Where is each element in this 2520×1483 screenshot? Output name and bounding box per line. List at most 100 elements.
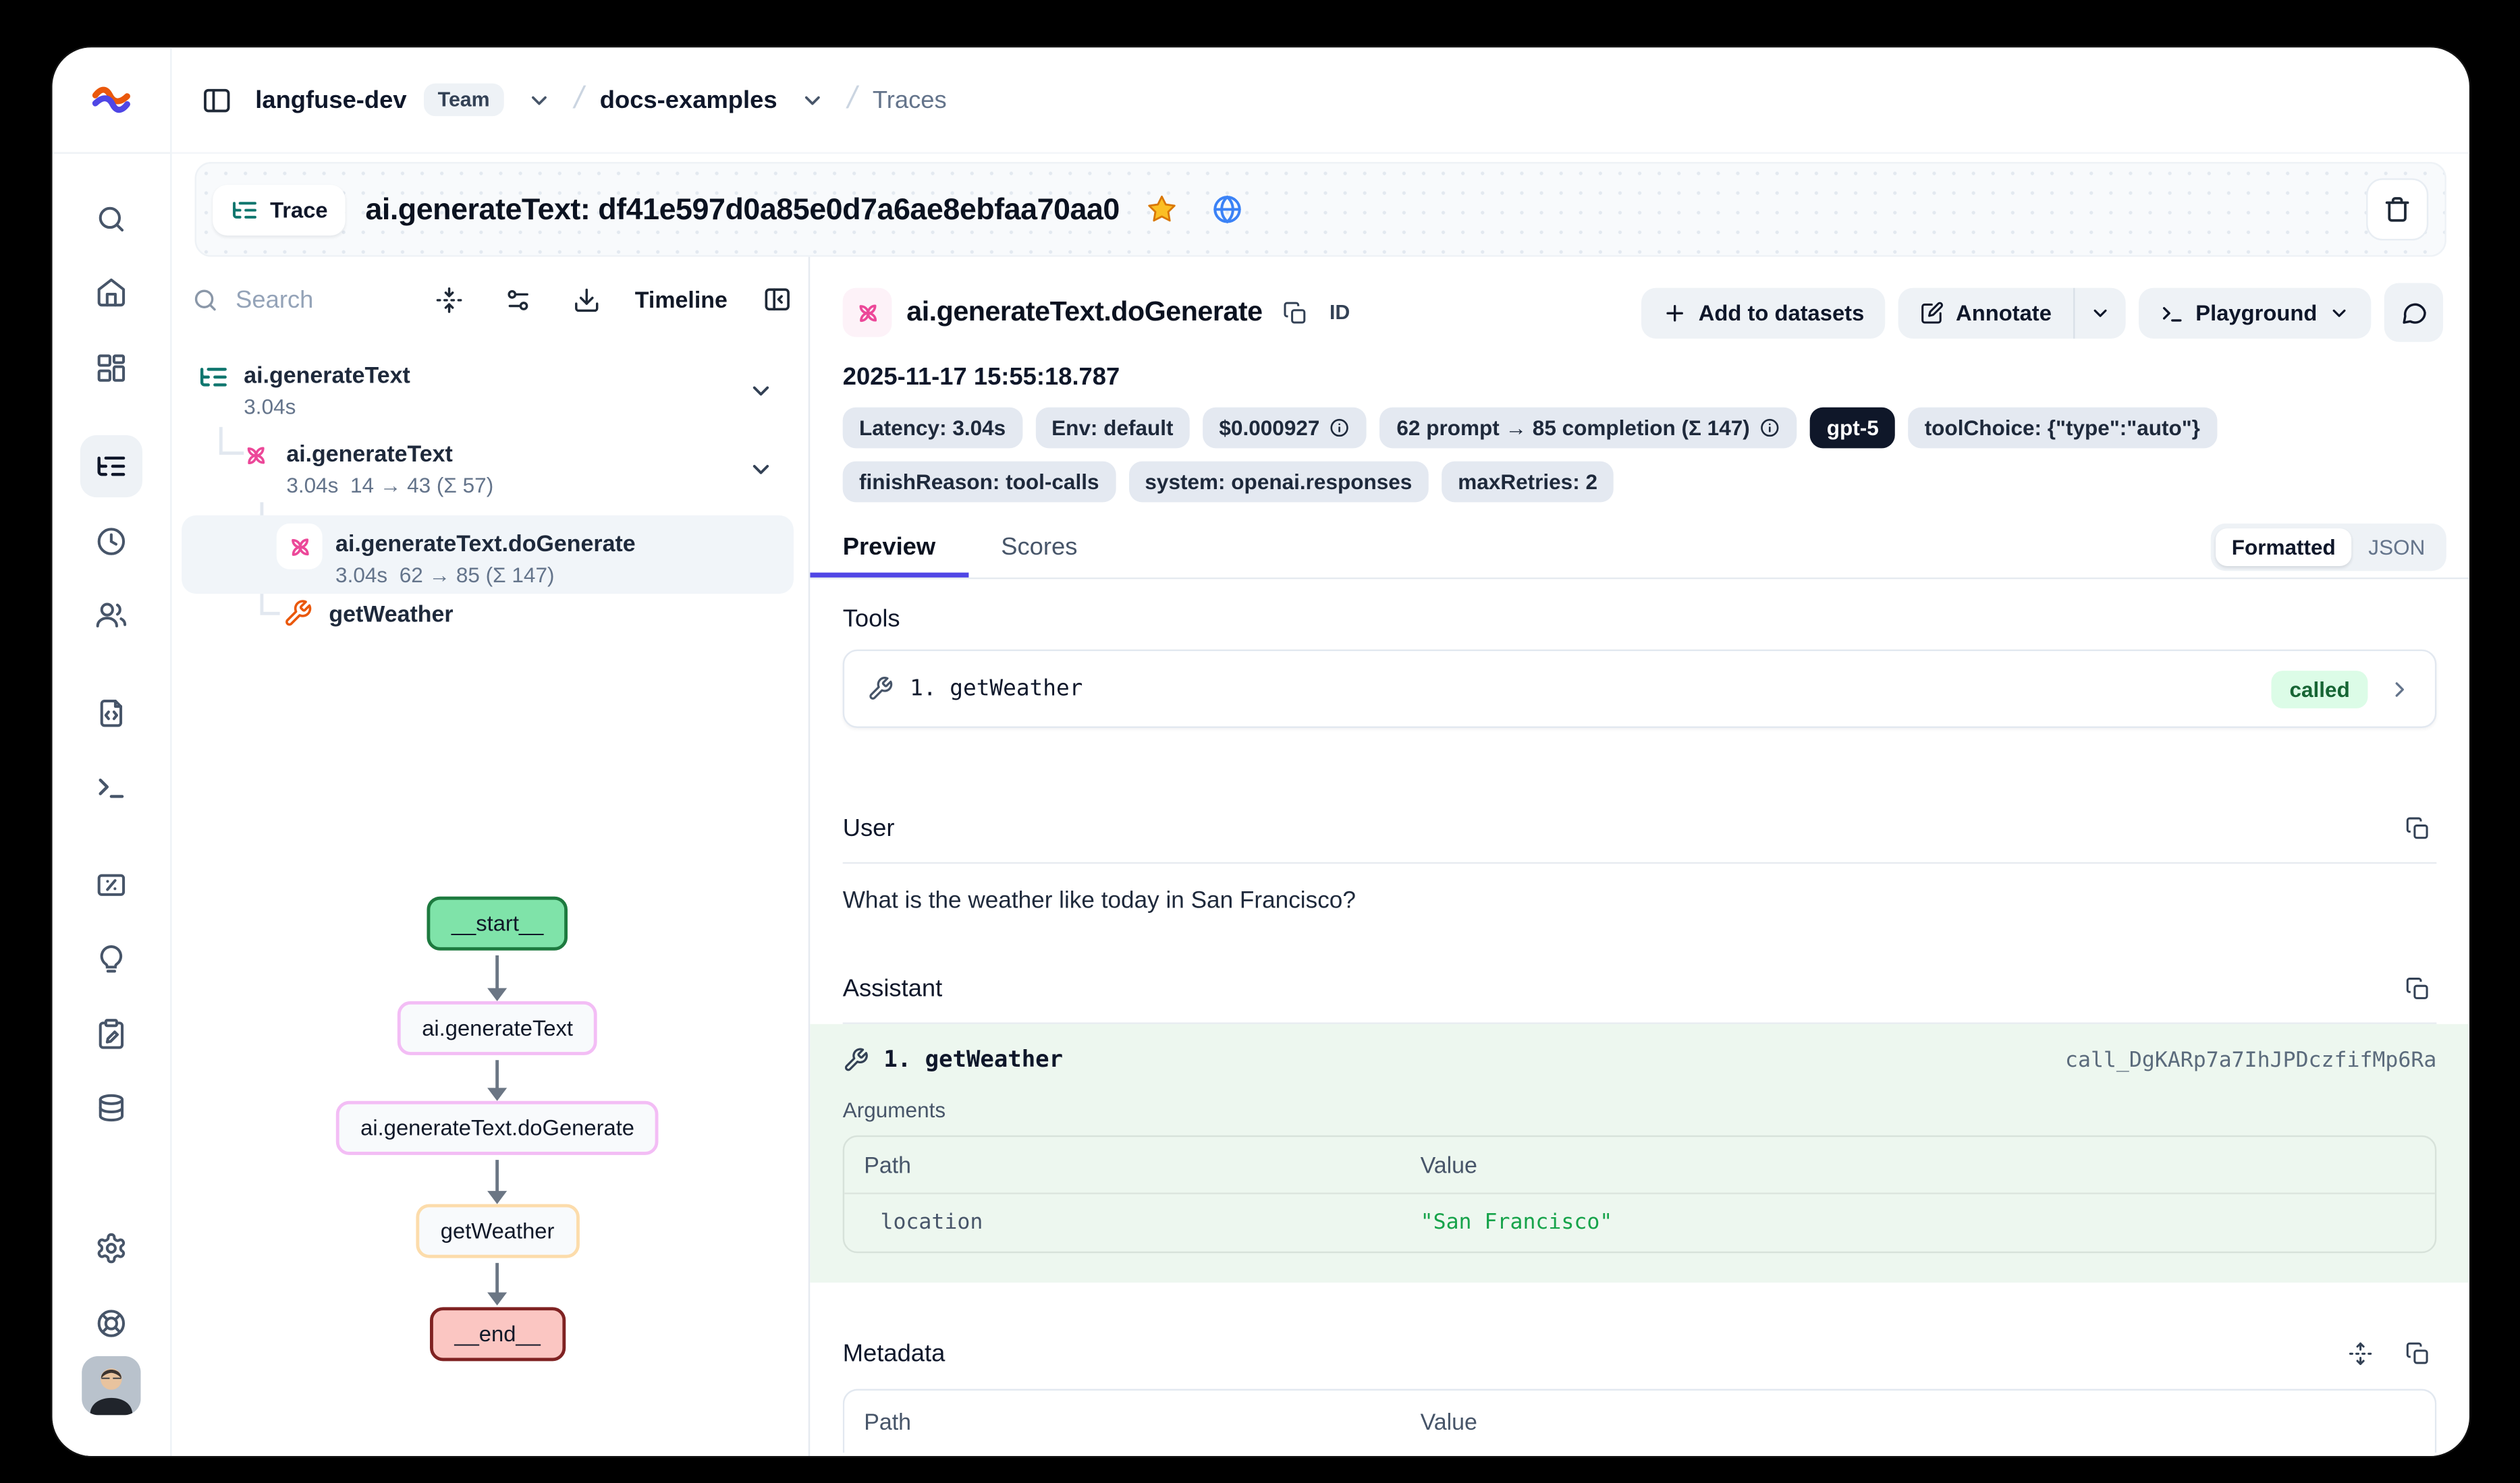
tree-controls: Timeline xyxy=(172,257,809,342)
annotate-menu-chevron[interactable] xyxy=(2075,287,2125,338)
tool-name: getWeather xyxy=(950,675,1083,702)
user-avatar[interactable] xyxy=(82,1356,140,1415)
trash-icon xyxy=(2382,195,2412,225)
graph-node-start[interactable]: __start__ xyxy=(427,897,568,951)
top-navigation: langfuse-dev Team / docs-examples / Trac… xyxy=(172,47,2469,154)
expand-chevron-button[interactable] xyxy=(741,371,780,410)
sidebar-item-datasets[interactable] xyxy=(80,1078,142,1140)
clipboard-pen-icon xyxy=(95,1017,128,1050)
tree-node-tokens: 14 → 43 (Σ 57) xyxy=(350,473,493,497)
badge-row-2: finishReason: tool-calls system: openai.… xyxy=(810,461,2469,503)
copy-icon xyxy=(2405,977,2430,1001)
copy-user-button[interactable] xyxy=(2399,810,2437,847)
sidebar-item-sessions[interactable] xyxy=(80,511,142,573)
system-badge: system: openai.responses xyxy=(1128,461,1428,503)
sidebar-item-dashboards[interactable] xyxy=(80,337,142,399)
tree-node-label: ai.generateText.doGenerate xyxy=(335,527,636,559)
sidebar-item-settings[interactable] xyxy=(80,1217,142,1279)
sidebar-item-playground[interactable] xyxy=(80,756,142,818)
breadcrumb-page[interactable]: Traces xyxy=(873,86,947,113)
assistant-section-heading: Assistant xyxy=(843,975,943,1003)
expand-chevron-button[interactable] xyxy=(741,450,780,489)
delete-trace-button[interactable] xyxy=(2366,178,2428,240)
chevron-right-icon[interactable] xyxy=(2388,677,2412,701)
wrench-icon xyxy=(843,1047,869,1073)
tree-node-duration: 3.04s xyxy=(335,563,387,587)
add-to-datasets-button[interactable]: Add to datasets xyxy=(1641,287,1886,338)
badge-row-1: Latency: 3.04s Env: default $0.000927 62… xyxy=(810,408,2469,449)
breadcrumb-org[interactable]: langfuse-dev xyxy=(255,86,406,113)
trace-type-label: Trace xyxy=(270,197,328,221)
toggle-json[interactable]: JSON xyxy=(2352,528,2442,565)
cost-badge[interactable]: $0.000927 xyxy=(1203,408,1367,449)
section-divider xyxy=(843,862,2437,864)
project-switcher-button[interactable] xyxy=(794,81,831,119)
public-share-button[interactable] xyxy=(1205,186,1251,232)
tree-node-generation-selected[interactable]: ai.generateText.doGenerate 3.04s 62 → 85… xyxy=(277,527,636,592)
sidebar-item-prompts[interactable] xyxy=(80,682,142,744)
sidebar-item-scores[interactable] xyxy=(80,854,142,916)
tree-search-input[interactable] xyxy=(232,284,402,315)
copy-id-button[interactable] xyxy=(1277,293,1315,331)
icon-sidebar xyxy=(53,47,172,1456)
collapse-all-button[interactable] xyxy=(429,279,470,320)
download-button[interactable] xyxy=(566,279,607,320)
sidebar-item-users[interactable] xyxy=(80,584,142,646)
sidebar-item-traces[interactable] xyxy=(80,435,142,497)
sidebar-item-support[interactable] xyxy=(80,1292,142,1354)
detail-scroll-area[interactable]: Tools 1. getWeather called User xyxy=(810,579,2469,1456)
sidebar-item-home[interactable] xyxy=(80,262,142,324)
graph-node-dogenerate[interactable]: ai.generateText.doGenerate xyxy=(336,1101,659,1155)
copy-metadata-button[interactable] xyxy=(2399,1335,2437,1373)
graph-node-getweather[interactable]: getWeather xyxy=(416,1204,578,1258)
tab-scores[interactable]: Scores xyxy=(968,515,1110,578)
sidebar-item-annotations[interactable] xyxy=(80,1003,142,1065)
graph-node-generatetext[interactable]: ai.generateText xyxy=(398,1001,598,1055)
breadcrumb-separator: / xyxy=(571,82,587,117)
tool-call-index: 1. xyxy=(883,1047,911,1073)
expand-metadata-button[interactable] xyxy=(2342,1335,2380,1373)
comment-bubble-icon xyxy=(2400,299,2428,327)
trace-type-pill[interactable]: Trace xyxy=(213,184,346,235)
metadata-section-heading: Metadata xyxy=(843,1340,946,1368)
langfuse-logo-icon xyxy=(90,78,132,121)
langfuse-logo[interactable] xyxy=(53,47,171,154)
arguments-path-header: Path xyxy=(844,1137,1400,1192)
playground-button[interactable]: Playground xyxy=(2138,287,2371,338)
comments-button[interactable] xyxy=(2384,283,2443,341)
tree-node-duration: 3.04s xyxy=(286,473,338,497)
tree-node-label: ai.generateText xyxy=(286,437,493,469)
model-badge[interactable]: gpt-5 xyxy=(1810,408,1895,449)
env-badge: Env: default xyxy=(1035,408,1190,449)
tokens-badge[interactable]: 62 prompt → 85 completion (Σ 147) xyxy=(1380,408,1797,449)
maxretries-badge: maxRetries: 2 xyxy=(1442,461,1614,503)
id-label: ID xyxy=(1330,301,1350,324)
tree-node-generation[interactable]: ai.generateText 3.04s 14 → 43 (Σ 57) xyxy=(240,437,493,502)
sidebar-item-insights[interactable] xyxy=(80,929,142,991)
org-switcher-button[interactable] xyxy=(521,81,559,119)
panel-left-close-icon xyxy=(762,285,792,314)
wrench-icon xyxy=(867,675,894,702)
observation-title: ai.generateText.doGenerate xyxy=(906,296,1262,329)
generation-pinwheel-icon xyxy=(240,440,271,471)
tree-node-tool[interactable]: getWeather xyxy=(283,597,453,629)
collapse-panel-button[interactable] xyxy=(755,278,798,320)
timeline-toggle[interactable]: Timeline xyxy=(635,286,728,312)
annotate-button[interactable]: Annotate xyxy=(1898,287,2073,338)
sidebar-toggle-button[interactable] xyxy=(195,78,239,121)
lifebuoy-icon xyxy=(95,1307,128,1339)
tree-search[interactable] xyxy=(192,284,403,315)
bookmark-star-button[interactable] xyxy=(1139,186,1185,232)
tab-preview[interactable]: Preview xyxy=(810,515,968,578)
terminal-icon xyxy=(2160,300,2184,325)
tree-settings-button[interactable] xyxy=(497,279,539,320)
toggle-formatted[interactable]: Formatted xyxy=(2215,528,2352,565)
info-icon xyxy=(1330,417,1351,439)
graph-edge-arrow xyxy=(495,1060,499,1090)
sidebar-item-search[interactable] xyxy=(80,188,142,250)
tree-node-trace[interactable]: ai.generateText 3.04s xyxy=(198,358,410,424)
breadcrumb-project[interactable]: docs-examples xyxy=(600,86,777,113)
graph-node-end[interactable]: __end__ xyxy=(430,1307,565,1361)
tool-definition-row[interactable]: 1. getWeather called xyxy=(843,650,2437,728)
copy-assistant-button[interactable] xyxy=(2399,970,2437,1008)
